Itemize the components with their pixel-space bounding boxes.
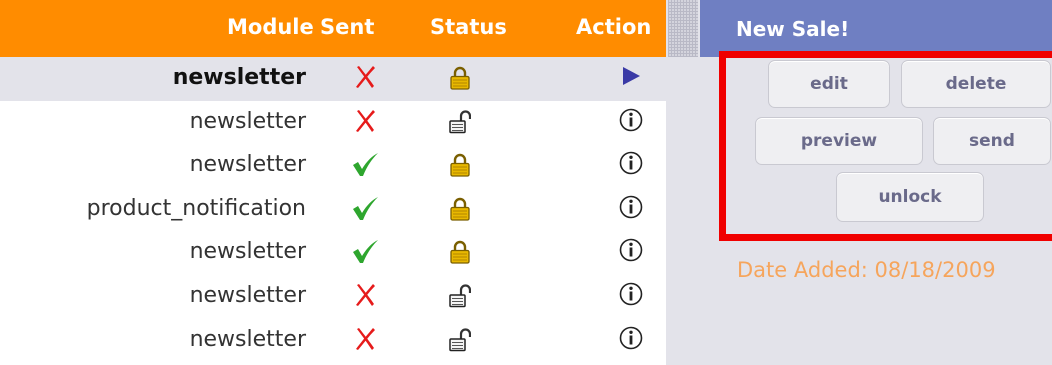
cross-icon [350, 280, 380, 310]
locked-padlock-icon[interactable] [449, 240, 471, 265]
table-row[interactable]: product_notification [0, 188, 666, 232]
panel-splitter[interactable] [666, 0, 702, 365]
table-row[interactable]: newsletter [0, 275, 666, 319]
table-row[interactable]: newsletter [0, 231, 666, 275]
module-name[interactable]: newsletter [190, 109, 306, 134]
module-name[interactable]: newsletter [190, 283, 306, 308]
locked-padlock-icon[interactable] [449, 197, 471, 221]
date-added: Date Added: 08/18/2009 [737, 258, 996, 282]
panel-header: New Sale! [700, 0, 1052, 57]
unlocked-padlock-icon[interactable] [449, 284, 472, 308]
unlocked-padlock-icon[interactable] [449, 327, 472, 352]
checkmark-icon [350, 236, 380, 266]
action-column-header[interactable]: Action [576, 15, 651, 39]
checkmark-icon [350, 193, 380, 223]
module-name[interactable]: newsletter [190, 327, 306, 352]
info-icon[interactable] [618, 107, 644, 133]
status-column-header[interactable]: Status [430, 15, 507, 39]
locked-padlock-icon[interactable] [449, 153, 471, 177]
locked-padlock-icon[interactable] [449, 66, 471, 90]
table-row[interactable]: newsletter [0, 101, 666, 145]
module-column-header[interactable]: Module [227, 15, 314, 39]
checkmark-icon [350, 149, 380, 179]
info-icon[interactable] [618, 281, 644, 307]
splitter-grip[interactable] [668, 0, 698, 57]
sent-column-header[interactable]: Sent [320, 15, 374, 39]
cross-icon [350, 324, 380, 354]
module-name[interactable]: newsletter [190, 152, 306, 177]
messages-table: Module Sent Status Action newsletter news… [0, 0, 666, 365]
table-body: newsletter newsletter newsletter product_no… [0, 57, 666, 362]
unlocked-padlock-icon[interactable] [449, 110, 472, 134]
info-icon[interactable] [618, 194, 644, 220]
panel-title: New Sale! [736, 17, 850, 41]
table-header: Module Sent Status Action [0, 0, 666, 57]
module-name[interactable]: newsletter [173, 65, 306, 90]
cross-icon [350, 62, 380, 92]
highlight-box [719, 51, 1052, 241]
info-icon[interactable] [618, 150, 644, 176]
module-name[interactable]: product_notification [87, 196, 306, 221]
table-row[interactable]: newsletter [0, 144, 666, 188]
info-icon[interactable] [618, 325, 644, 351]
cross-icon [350, 106, 380, 136]
module-name[interactable]: newsletter [190, 239, 306, 264]
play-arrow-icon[interactable] [618, 63, 644, 89]
info-icon[interactable] [618, 237, 644, 263]
table-row[interactable]: newsletter [0, 319, 666, 363]
table-row[interactable]: newsletter [0, 57, 666, 101]
